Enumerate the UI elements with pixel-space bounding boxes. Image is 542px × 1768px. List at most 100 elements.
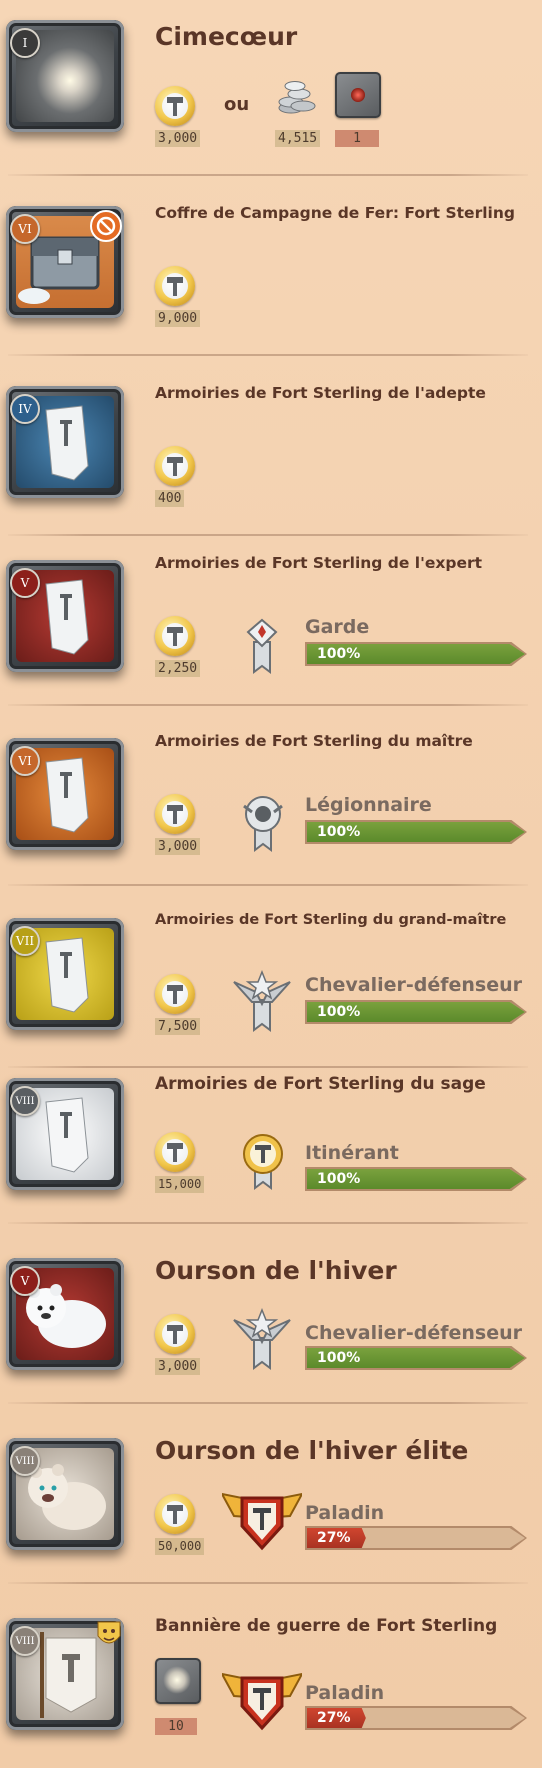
hammer-coin-icon <box>155 1314 195 1354</box>
row-divider <box>8 704 528 706</box>
shop-item-maitre[interactable]: VI Armoiries de Fort Sterling du maître … <box>0 720 542 890</box>
progress-label: 100% <box>317 1171 361 1187</box>
progress-label: 100% <box>317 1004 361 1020</box>
rank-name: Légionnaire <box>305 794 432 816</box>
mask-icon <box>96 1620 122 1650</box>
tier-badge: VI <box>10 214 40 244</box>
tier-badge: VII <box>10 926 40 956</box>
tier-badge: VIII <box>10 1446 40 1476</box>
cimecoeur-item-icon[interactable]: I <box>6 20 124 132</box>
rank-name: Chevalier-défenseur <box>305 974 522 996</box>
legionnaire-badge-icon <box>238 792 288 856</box>
item-title: Ourson de l'hiver élite <box>155 1436 469 1465</box>
progress-label: 100% <box>317 646 361 662</box>
tier-badge: IV <box>10 394 40 424</box>
reputation-progress-bar: 27% <box>305 1706 527 1730</box>
row-divider <box>8 884 528 886</box>
crest-item-icon[interactable]: VII <box>6 918 124 1030</box>
item-title: Bannière de guerre de Fort Sterling <box>155 1616 498 1636</box>
hammer-coin-icon <box>155 86 195 126</box>
item-title: Armoiries de Fort Sterling du maître <box>155 732 473 750</box>
row-divider <box>8 1066 528 1068</box>
crest-item-icon[interactable]: VIII <box>6 1078 124 1190</box>
crest-item-icon[interactable]: V <box>6 560 124 672</box>
shop-item-ourson[interactable]: V Ourson de l'hiver 3,000 Chevalier-défe… <box>0 1240 542 1400</box>
hammer-coin-icon <box>155 446 195 486</box>
elite-bear-cub-mount-icon[interactable]: VIII <box>6 1438 124 1550</box>
crest-item-icon[interactable]: IV <box>6 386 124 498</box>
item-price: 7,500 <box>155 1018 201 1035</box>
progress-label: 27% <box>317 1710 351 1726</box>
rank-name: Chevalier-défenseur <box>305 1322 522 1344</box>
hammer-coin-icon <box>155 1494 195 1534</box>
silver-coins-icon <box>275 74 319 118</box>
shop-item-cimecoeur[interactable]: I Cimecœur 3,000 ou 4,515 1 <box>0 0 542 160</box>
chevalier-badge-icon <box>232 969 292 1036</box>
shop-item-grand-maitre[interactable]: VII Armoiries de Fort Sterling du grand-… <box>0 900 542 1070</box>
row-divider <box>8 354 528 356</box>
item-price: 15,000 <box>155 1176 205 1193</box>
garde-badge-icon <box>244 618 280 678</box>
hammer-coin-icon <box>155 1132 195 1172</box>
tier-badge: VIII <box>10 1626 40 1656</box>
item-title: Coffre de Campagne de Fer: Fort Sterling <box>155 204 515 222</box>
tier-badge: VI <box>10 746 40 776</box>
shop-item-expert[interactable]: V Armoiries de Fort Sterling de l'expert… <box>0 540 542 710</box>
sigil-material-icon[interactable] <box>155 1658 201 1704</box>
item-price: 400 <box>155 490 185 507</box>
progress-label: 100% <box>317 1350 361 1366</box>
hammer-coin-icon <box>155 616 195 656</box>
hammer-coin-icon <box>155 974 195 1014</box>
not-tradeable-icon <box>90 210 122 242</box>
tier-badge: V <box>10 568 40 598</box>
reputation-progress-bar: 100% <box>305 1346 527 1370</box>
row-divider <box>8 1402 528 1404</box>
item-price: 10 <box>155 1718 197 1735</box>
hammer-coin-icon <box>155 794 195 834</box>
shop-item-coffre[interactable]: VI Coffre de Campagne de Fer: Fort Sterl… <box>0 180 542 350</box>
paladin-badge-icon <box>220 1668 304 1736</box>
item-price: 50,000 <box>155 1538 205 1555</box>
progress-label: 27% <box>317 1530 351 1546</box>
row-divider <box>8 1222 528 1224</box>
item-price: 3,000 <box>155 838 201 855</box>
item-title: Armoiries de Fort Sterling de l'adepte <box>155 384 486 402</box>
alt-count: 1 <box>335 130 379 147</box>
war-banner-icon[interactable]: VIII <box>6 1618 124 1730</box>
item-title: Armoiries de Fort Sterling de l'expert <box>155 554 483 572</box>
or-label: ou <box>224 94 250 115</box>
reputation-progress-bar: 100% <box>305 642 527 666</box>
shop-item-ourson-elite[interactable]: VIII Ourson de l'hiver élite 50,000 Pala… <box>0 1420 542 1580</box>
bear-cub-mount-icon[interactable]: V <box>6 1258 124 1370</box>
row-divider <box>8 174 528 176</box>
tier-badge: VIII <box>10 1086 40 1116</box>
tier-badge: I <box>10 28 40 58</box>
item-price: 3,000 <box>155 1358 201 1375</box>
item-price: 2,250 <box>155 660 201 677</box>
crest-item-icon[interactable]: VI <box>6 738 124 850</box>
shop-item-adepte[interactable]: IV Armoiries de Fort Sterling de l'adept… <box>0 360 542 530</box>
itinerant-badge-icon <box>238 1132 288 1194</box>
tier-badge: V <box>10 1266 40 1296</box>
row-divider <box>8 534 528 536</box>
reputation-progress-bar: 100% <box>305 820 527 844</box>
rank-name: Garde <box>305 616 370 638</box>
shop-item-banniere[interactable]: VIII Bannière de guerre de Fort Sterling… <box>0 1600 542 1768</box>
item-title: Cimecœur <box>155 22 298 51</box>
reputation-progress-bar: 100% <box>305 1167 527 1191</box>
row-divider <box>8 1582 528 1584</box>
item-price: 9,000 <box>155 310 201 327</box>
chest-item-icon[interactable]: VI <box>6 206 124 318</box>
reputation-progress-bar: 100% <box>305 1000 527 1024</box>
item-title: Armoiries de Fort Sterling du grand-maît… <box>155 912 507 928</box>
rank-name: Paladin <box>305 1682 385 1704</box>
material-slot-icon[interactable] <box>335 72 381 118</box>
rank-name: Paladin <box>305 1502 385 1524</box>
shop-item-sage[interactable]: VIII Armoiries de Fort Sterling du sage … <box>0 1070 542 1220</box>
item-title: Ourson de l'hiver <box>155 1256 397 1285</box>
paladin-badge-icon <box>220 1488 304 1556</box>
alt-price: 4,515 <box>275 130 321 147</box>
progress-label: 100% <box>317 824 361 840</box>
reputation-progress-bar: 27% <box>305 1526 527 1550</box>
item-price: 3,000 <box>155 130 201 147</box>
